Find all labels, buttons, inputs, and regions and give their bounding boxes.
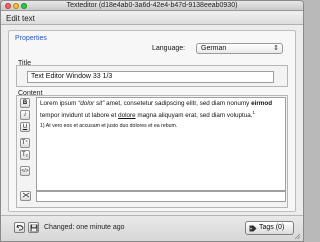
tags-button[interactable]: Tags (0) (245, 221, 294, 235)
footnote-marker: 1 (252, 109, 256, 115)
attachment-input[interactable] (36, 191, 286, 202)
tag-icon (249, 225, 257, 232)
link-icon (22, 192, 29, 198)
texteditor-window: Texteditor (d18e4ab0-3a6d-42e4-b47d-9138… (0, 0, 304, 242)
floppy-disk-icon (30, 224, 37, 231)
underline-button[interactable]: U (20, 122, 30, 132)
content-editor[interactable]: Lorem ipsum “dolor sit” amet, consetetur… (36, 97, 286, 191)
title-bar[interactable]: Texteditor (d18e4ab0-3a6d-42e4-b47d-9138… (1, 1, 303, 11)
content-paragraph-1: Lorem ipsum “dolor sit” amet, consetetur… (40, 100, 282, 120)
toolbar: Edit text (1, 12, 303, 25)
toolbar-label: Edit text (6, 14, 35, 23)
status-bar: Changed: one minute ago Tags (0) (1, 215, 303, 241)
code-button[interactable]: </> (20, 166, 30, 176)
properties-section-title: Properties (15, 35, 47, 42)
title-input[interactable]: Text Editor Window 33 1/3 (27, 71, 274, 83)
undo-button[interactable] (14, 222, 25, 233)
italic-button[interactable]: i (20, 110, 30, 120)
subscript-button[interactable]: T₂ (20, 150, 30, 160)
changed-status: Changed: one minute ago (44, 224, 125, 231)
text-run-bold: eirmod (251, 100, 273, 107)
text-run-underline: dolore (118, 111, 136, 119)
undo-icon (15, 224, 23, 231)
save-button[interactable] (28, 222, 39, 233)
language-value: German (201, 45, 227, 52)
text-run: Lorem ipsum (40, 100, 79, 107)
superscript-button[interactable]: T⁺ (20, 138, 30, 148)
select-arrows-icon: ⇕ (273, 45, 279, 52)
window-title: Texteditor (d18e4ab0-3a6d-42e4-b47d-9138… (66, 2, 238, 9)
format-toolbar: B i U T⁺ T₂ </> (20, 98, 31, 194)
link-button[interactable] (20, 191, 31, 201)
text-run: amet, consetetur sadipscing elitr, sed d… (104, 100, 252, 107)
bold-button[interactable]: B (20, 98, 30, 108)
resize-grip-icon[interactable] (293, 232, 301, 240)
tags-label: Tags (0) (259, 224, 285, 231)
text-run: magna aliquyam erat, sed diam voluptua. (135, 111, 253, 119)
content-group-label: Content (18, 90, 43, 97)
title-group-label: Title (18, 60, 31, 67)
content-footnote: 1) At vero eos et accusam et justo duo d… (40, 123, 178, 130)
text-run-italic: “dolor sit” (78, 100, 105, 107)
text-run: tempor invidunt ut labore et (40, 111, 119, 119)
language-label: Language: (152, 45, 186, 52)
language-select[interactable]: German ⇕ (196, 43, 283, 54)
